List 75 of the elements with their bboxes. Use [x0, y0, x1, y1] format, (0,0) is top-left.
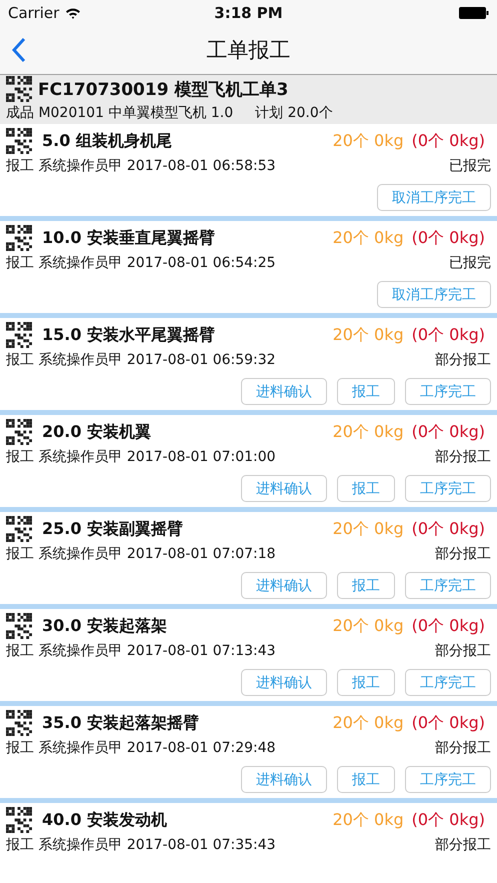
- report-info: 报工 系统操作员甲 2017-08-01 06:58:53: [6, 157, 276, 175]
- carrier-label: Carrier: [8, 4, 60, 22]
- qr-code-icon: [6, 710, 32, 736]
- back-icon[interactable]: [12, 36, 26, 62]
- status-label: 已报完: [449, 157, 491, 175]
- status-label: 部分报工: [435, 545, 491, 563]
- operation-title: 25.0 安装副翼摇臂: [42, 518, 184, 540]
- action-button[interactable]: 工序完工: [405, 669, 491, 696]
- action-button[interactable]: 取消工序完工: [377, 184, 491, 211]
- action-button[interactable]: 报工: [337, 669, 395, 696]
- operation-title: 35.0 安装起落架摇臂: [42, 712, 200, 734]
- operation-title: 20.0 安装机翼: [42, 422, 152, 442]
- status-label: 部分报工: [435, 739, 491, 757]
- report-info: 报工 系统操作员甲 2017-08-01 07:29:48: [6, 739, 276, 757]
- quantity-label: 20个 0kg: [332, 130, 404, 152]
- qr-code-icon: [6, 225, 32, 251]
- reported-quantity: (0个 0kg): [412, 130, 485, 152]
- action-button[interactable]: 报工: [337, 475, 395, 502]
- quantity-label: 20个 0kg: [332, 422, 404, 442]
- qr-code-icon: [6, 76, 32, 102]
- operation-title: 40.0 安装发动机: [42, 810, 168, 830]
- action-button[interactable]: 工序完工: [405, 572, 491, 599]
- wifi-icon: [65, 6, 82, 18]
- report-info: 报工 系统操作员甲 2017-08-01 06:54:25: [6, 254, 276, 272]
- action-button[interactable]: 进料确认: [241, 378, 327, 405]
- qr-code-icon: [6, 322, 32, 348]
- reported-quantity: (0个 0kg): [412, 422, 485, 442]
- operation-title: 30.0 安装起落架: [42, 616, 168, 636]
- battery-icon: [459, 6, 489, 18]
- reported-quantity: (0个 0kg): [412, 810, 485, 830]
- status-label: 已报完: [449, 254, 491, 272]
- operation-title: 15.0 安装水平尾翼摇臂: [42, 324, 216, 346]
- report-info: 报工 系统操作员甲 2017-08-01 06:59:32: [6, 351, 276, 369]
- action-button[interactable]: 取消工序完工: [377, 281, 491, 308]
- plan-label: 计划 20.0个: [255, 104, 333, 122]
- qr-code-icon: [6, 128, 32, 154]
- status-label: 部分报工: [435, 642, 491, 660]
- quantity-label: 20个 0kg: [332, 616, 404, 636]
- action-button[interactable]: 报工: [337, 572, 395, 599]
- clock: 3:18 PM: [214, 4, 283, 22]
- action-button[interactable]: 报工: [337, 766, 395, 793]
- report-info: 报工 系统操作员甲 2017-08-01 07:01:00: [6, 448, 276, 466]
- operation-title: 5.0 组装机身机尾: [42, 130, 172, 152]
- status-label: 部分报工: [435, 836, 491, 854]
- quantity-label: 20个 0kg: [332, 810, 404, 830]
- quantity-label: 20个 0kg: [332, 518, 404, 540]
- page-title: 工单报工: [206, 36, 290, 64]
- qr-code-icon: [6, 419, 32, 445]
- report-info: 报工 系统操作员甲 2017-08-01 07:35:43: [6, 836, 276, 854]
- qr-code-icon: [6, 613, 32, 639]
- action-button[interactable]: 工序完工: [405, 766, 491, 793]
- action-button[interactable]: 工序完工: [405, 378, 491, 405]
- action-button[interactable]: 工序完工: [405, 475, 491, 502]
- operation-title: 10.0 安装垂直尾翼摇臂: [42, 228, 216, 248]
- action-button[interactable]: 进料确认: [241, 475, 327, 502]
- action-button[interactable]: 进料确认: [241, 669, 327, 696]
- product-label: 成品 M020101 中单翼模型飞机 1.0: [6, 104, 234, 122]
- quantity-label: 20个 0kg: [332, 228, 404, 248]
- status-label: 部分报工: [435, 351, 491, 369]
- action-button[interactable]: 报工: [337, 378, 395, 405]
- order-title: FC170730019 模型飞机工单3: [38, 78, 288, 100]
- reported-quantity: (0个 0kg): [412, 324, 485, 346]
- status-label: 部分报工: [435, 448, 491, 466]
- reported-quantity: (0个 0kg): [412, 518, 485, 540]
- report-info: 报工 系统操作员甲 2017-08-01 07:13:43: [6, 642, 276, 660]
- action-button[interactable]: 进料确认: [241, 572, 327, 599]
- reported-quantity: (0个 0kg): [412, 712, 485, 734]
- report-info: 报工 系统操作员甲 2017-08-01 07:07:18: [6, 545, 276, 563]
- qr-code-icon: [6, 807, 32, 833]
- action-button[interactable]: 进料确认: [241, 766, 327, 793]
- reported-quantity: (0个 0kg): [412, 228, 485, 248]
- reported-quantity: (0个 0kg): [412, 616, 485, 636]
- quantity-label: 20个 0kg: [332, 324, 404, 346]
- quantity-label: 20个 0kg: [332, 712, 404, 734]
- qr-code-icon: [6, 516, 32, 542]
